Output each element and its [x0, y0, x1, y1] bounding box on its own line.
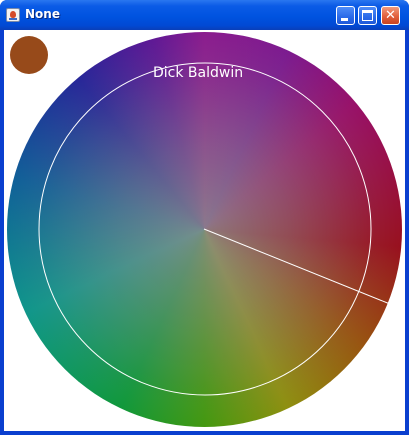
drawing-canvas[interactable]: Dick Baldwin	[4, 30, 405, 431]
maximize-button[interactable]	[358, 6, 377, 25]
title-bar[interactable]: None ✕	[0, 0, 409, 30]
close-icon: ✕	[385, 8, 396, 23]
author-label: Dick Baldwin	[153, 65, 244, 81]
maximize-icon	[362, 10, 373, 21]
color-swatch	[10, 36, 48, 74]
radius-pointer-line	[203, 228, 391, 305]
close-button[interactable]: ✕	[381, 6, 400, 25]
java-cup-icon[interactable]	[6, 8, 20, 22]
app-window: None ✕ Dick Baldwin	[0, 0, 409, 435]
window-title: None	[25, 7, 60, 21]
minimize-button[interactable]	[336, 6, 355, 25]
wheel-overlay	[38, 62, 391, 396]
minimize-icon	[341, 18, 348, 21]
